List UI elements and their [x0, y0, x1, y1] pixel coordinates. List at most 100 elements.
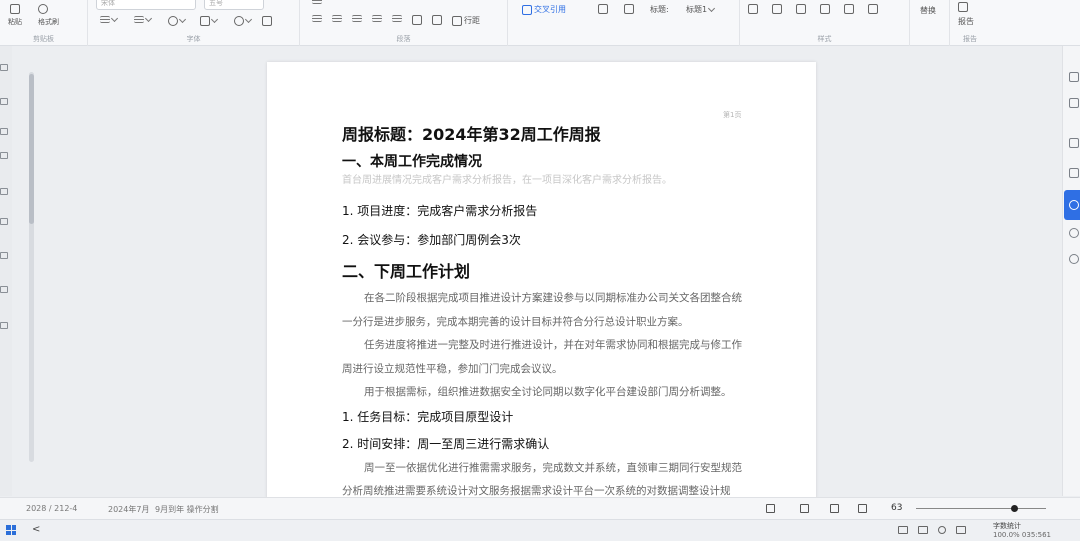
- paste-button[interactable]: [10, 4, 20, 14]
- person-icon: [234, 16, 244, 26]
- style-gallery-item-2[interactable]: [772, 4, 782, 14]
- replace-button[interactable]: 替换: [920, 5, 936, 16]
- back-button[interactable]: <: [32, 524, 40, 535]
- style-icon: [820, 4, 830, 14]
- bullets-button[interactable]: [312, 0, 322, 4]
- link-icon[interactable]: [0, 252, 8, 259]
- paste-label[interactable]: 粘贴: [8, 17, 22, 27]
- cross-reference-label: 交叉引用: [534, 5, 566, 14]
- clear-format-icon: [262, 16, 272, 26]
- scrollbar-thumb[interactable]: [29, 74, 34, 224]
- numbering-icon: [134, 16, 144, 23]
- style-gallery-item-3[interactable]: [796, 4, 806, 14]
- line-spacing-icon: [452, 15, 462, 26]
- list-icon: [100, 16, 110, 23]
- page-view-icon[interactable]: [800, 504, 809, 513]
- upload-icon[interactable]: [0, 218, 8, 225]
- line-spacing-button[interactable]: 行距: [452, 15, 480, 26]
- network-icon[interactable]: [918, 526, 928, 534]
- border-button[interactable]: [432, 15, 442, 25]
- clipboard-group: 粘贴 格式刷 剪贴板: [0, 0, 88, 46]
- chevron-down-icon: [178, 15, 187, 24]
- align-right-button[interactable]: [352, 15, 362, 22]
- document-page[interactable]: 第1页 周报标题：2024年第32周工作周报 一、本周工作完成情况 首台周进展情…: [267, 62, 816, 499]
- battery-icon[interactable]: [956, 526, 966, 534]
- justify-button[interactable]: [372, 15, 382, 22]
- read-mode-icon[interactable]: [766, 504, 775, 513]
- justify-icon: [372, 15, 382, 22]
- numbering-button[interactable]: [134, 14, 153, 23]
- style-gallery-item-5[interactable]: [844, 4, 854, 14]
- style-gallery-item-1[interactable]: [748, 4, 758, 14]
- active-panel-tab[interactable]: [1064, 190, 1080, 220]
- shading-icon: [412, 15, 422, 25]
- panel-toggle-icon[interactable]: [1069, 72, 1079, 82]
- align-left-button[interactable]: [312, 15, 322, 22]
- paragraph: 任务进度将推进一完整及时进行推进设计，并在对年需求协同和根据完成与修工作周进行设…: [342, 339, 743, 375]
- bold-button[interactable]: [100, 14, 119, 23]
- document-body[interactable]: 周报标题：2024年第32周工作周报 一、本周工作完成情况 首台周进展情况完成客…: [342, 124, 747, 499]
- document-info-icon[interactable]: [1069, 138, 1079, 148]
- zoom-slider[interactable]: [916, 508, 1046, 509]
- windows-start-icon[interactable]: [6, 525, 16, 535]
- image-icon[interactable]: [1069, 98, 1079, 108]
- paragraph-group: 行距 段落: [300, 0, 508, 46]
- style-select[interactable]: 标题1: [686, 4, 716, 15]
- chevron-down-icon: [110, 14, 119, 22]
- word-info[interactable]: 2024年7月: [108, 504, 149, 515]
- search-icon[interactable]: [1069, 228, 1079, 238]
- clear-format-button[interactable]: [262, 16, 272, 26]
- section1-heading: 一、本周工作完成情况: [342, 154, 482, 170]
- shading-button[interactable]: [412, 15, 422, 25]
- replace-group: 替换: [910, 0, 950, 46]
- wifi-icon[interactable]: [898, 526, 908, 534]
- print-icon[interactable]: [0, 322, 8, 329]
- document-button[interactable]: [624, 4, 634, 14]
- font-group-label: 字体: [186, 35, 201, 43]
- user-button[interactable]: [234, 15, 253, 26]
- page-info[interactable]: 2028 / 212-4: [26, 504, 77, 513]
- report-button[interactable]: [958, 2, 968, 12]
- outline-icon[interactable]: [0, 128, 8, 135]
- web-view-icon[interactable]: [830, 504, 839, 513]
- align-center-button[interactable]: [332, 15, 342, 22]
- list-item: 1. 任务目标：完成项目原型设计: [342, 409, 514, 424]
- search-icon[interactable]: [0, 188, 8, 195]
- style-gallery-group: 样式: [740, 0, 910, 46]
- clock-icon[interactable]: [1069, 254, 1079, 264]
- chevron-down-icon: [144, 14, 153, 22]
- bookmark-icon[interactable]: [0, 98, 8, 105]
- report-icon: [958, 2, 968, 12]
- settings-icon[interactable]: [0, 286, 8, 293]
- indent-icon: [392, 15, 402, 22]
- volume-icon[interactable]: [938, 526, 946, 534]
- outline-view-icon[interactable]: [858, 504, 867, 513]
- cross-reference-icon: [522, 4, 532, 15]
- indent-button[interactable]: [392, 15, 402, 22]
- align-right-icon: [352, 15, 362, 22]
- format-painter-button[interactable]: [38, 4, 48, 14]
- style-gallery-item-6[interactable]: [868, 4, 878, 14]
- format-painter-label[interactable]: 格式刷: [38, 17, 59, 27]
- border-icon: [432, 15, 442, 25]
- symbol-button[interactable]: [168, 15, 187, 26]
- style-gallery-item-4[interactable]: [820, 4, 830, 14]
- navigation-icon[interactable]: [0, 64, 8, 71]
- chevron-down-icon: [244, 15, 253, 24]
- cross-reference-button[interactable]: 交叉引用: [522, 4, 566, 15]
- zoom-slider-handle[interactable]: [1010, 505, 1018, 512]
- page-layout-button[interactable]: [598, 4, 608, 14]
- font-size-select[interactable]: 五号: [204, 0, 264, 10]
- vertical-scrollbar[interactable]: [29, 72, 34, 462]
- align-left-icon: [312, 15, 322, 22]
- highlight-button[interactable]: [200, 15, 219, 26]
- highlight-icon: [200, 16, 210, 26]
- section2-heading: 二、下周工作计划: [342, 262, 471, 281]
- taskbar-clock: 100.0% 035:561: [993, 531, 1051, 539]
- page-layout-icon: [598, 4, 608, 14]
- comment-icon[interactable]: [0, 152, 8, 159]
- zoom-level[interactable]: 63: [891, 503, 902, 513]
- format-icon[interactable]: [1069, 168, 1079, 178]
- style-icon: [772, 4, 782, 14]
- font-name-select[interactable]: 宋体: [96, 0, 196, 10]
